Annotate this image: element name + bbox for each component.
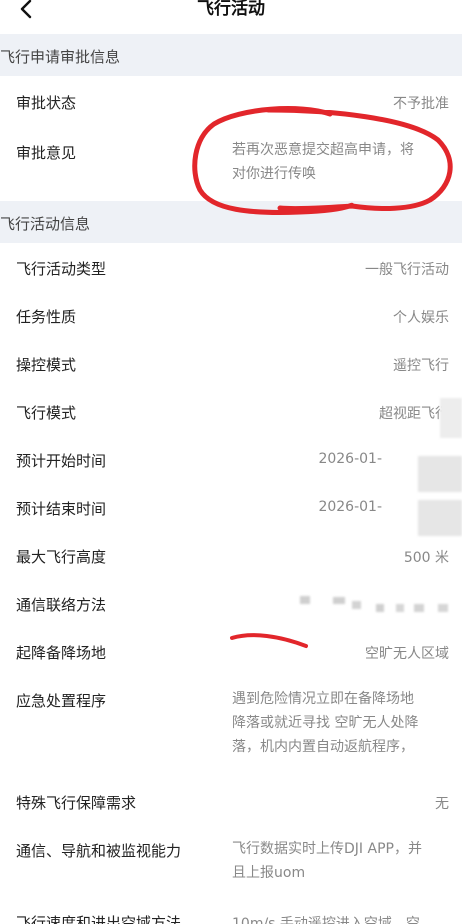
- row-label: 起降备降场地: [16, 644, 107, 662]
- section-header-activity: 飞行活动信息: [0, 201, 462, 243]
- opinion-line: 对你进行传唤: [232, 166, 316, 182]
- row-label: 飞行活动类型: [16, 260, 107, 278]
- section-title: 飞行活动信息: [0, 215, 91, 233]
- row-label: 应急处置程序: [16, 692, 107, 710]
- emergency-row: 应急处置程序 遇到危险情况立即在备降场地 降落或就近寻找 空旷无人处降 落，机内…: [0, 676, 462, 786]
- opinion-line: 若再次恶意提交超高申请，将: [232, 142, 414, 158]
- activity-row: 预计结束时间 2026-01-: [0, 484, 462, 532]
- activity-row: 飞行模式 超视距飞行: [0, 388, 462, 436]
- section-title: 飞行申请审批信息: [0, 48, 121, 66]
- row-label: 通信联络方法: [16, 596, 107, 614]
- section-header-approval: 飞行申请审批信息: [0, 34, 462, 76]
- redaction-patch: [418, 456, 462, 492]
- cns-line: 飞行数据实时上传DJI APP，并: [232, 841, 422, 857]
- row-value: 空旷无人区域: [365, 646, 449, 662]
- row-label: 通信、导航和被监视能力: [16, 842, 182, 860]
- row-label: 任务性质: [16, 308, 77, 326]
- approval-status-row: 审批状态 不予批准: [0, 76, 462, 126]
- emergency-line: 遇到危险情况立即在备降场地: [232, 691, 414, 707]
- speed-row: 飞行速度和进出空域方法 10m/s 手动遥控进入空域，空: [0, 904, 462, 924]
- approval-opinion-row: 审批意见 若再次恶意提交超高申请，将 对你进行传唤: [0, 126, 462, 201]
- cns-text: 飞行数据实时上传DJI APP，并 且上报uom: [232, 837, 422, 885]
- redaction-patch: [440, 398, 462, 438]
- cns-row: 通信、导航和被监视能力 飞行数据实时上传DJI APP，并 且上报uom: [0, 832, 462, 900]
- row-label: 预计结束时间: [16, 500, 107, 518]
- row-value: 2026-01-: [318, 451, 382, 467]
- row-value: 遥控飞行: [393, 358, 449, 374]
- special-row: 特殊飞行保障需求 无: [0, 786, 462, 832]
- emergency-line: 降落或就近寻找 空旷无人处降: [232, 715, 419, 731]
- row-value: 一般飞行活动: [365, 262, 449, 278]
- row-label: 审批意见: [16, 144, 77, 162]
- top-bar: 飞行活动: [0, 0, 462, 34]
- row-value: 超视距飞行: [379, 406, 449, 422]
- row-value: 10m/s 手动遥控进入空域，空: [232, 916, 420, 924]
- redaction-patch: [300, 596, 310, 604]
- activity-row: 最大飞行高度 500 米: [0, 532, 462, 580]
- row-label: 飞行模式: [16, 404, 77, 422]
- redaction-patch: [414, 604, 424, 612]
- redaction-patch: [438, 604, 448, 612]
- activity-row: 操控模式 遥控飞行: [0, 340, 462, 388]
- redaction-patch: [352, 601, 361, 609]
- cns-line: 且上报uom: [232, 865, 306, 881]
- row-value: 2026-01-: [318, 499, 382, 515]
- emergency-text: 遇到危险情况立即在备降场地 降落或就近寻找 空旷无人处降 落，机内内置自动返航程…: [232, 687, 418, 759]
- row-value: 不予批准: [393, 96, 449, 112]
- activity-row: 任务性质 个人娱乐: [0, 292, 462, 340]
- row-label: 预计开始时间: [16, 452, 107, 470]
- row-label: 操控模式: [16, 356, 77, 374]
- row-label: 最大飞行高度: [16, 548, 107, 566]
- activity-row: 起降备降场地 空旷无人区域: [0, 628, 462, 676]
- redaction-patch: [418, 500, 462, 536]
- opinion-text: 若再次恶意提交超高申请，将 对你进行传唤: [232, 138, 414, 186]
- row-label: 审批状态: [16, 94, 77, 112]
- row-value: 个人娱乐: [393, 310, 449, 326]
- activity-row: 飞行活动类型 一般飞行活动: [0, 244, 462, 292]
- redaction-patch: [333, 597, 345, 604]
- activity-row: 通信联络方法: [0, 580, 462, 628]
- row-label: 特殊飞行保障需求: [16, 794, 137, 812]
- emergency-line: 落，机内内置自动返航程序，: [232, 739, 414, 755]
- redaction-patch: [376, 604, 384, 612]
- row-value: 无: [435, 796, 449, 812]
- page-title: 飞行活动: [197, 0, 265, 19]
- redaction-patch: [396, 604, 404, 612]
- activity-row: 预计开始时间 2026-01-: [0, 436, 462, 484]
- row-label: 飞行速度和进出空域方法: [16, 914, 182, 924]
- row-value: 500 米: [403, 550, 449, 566]
